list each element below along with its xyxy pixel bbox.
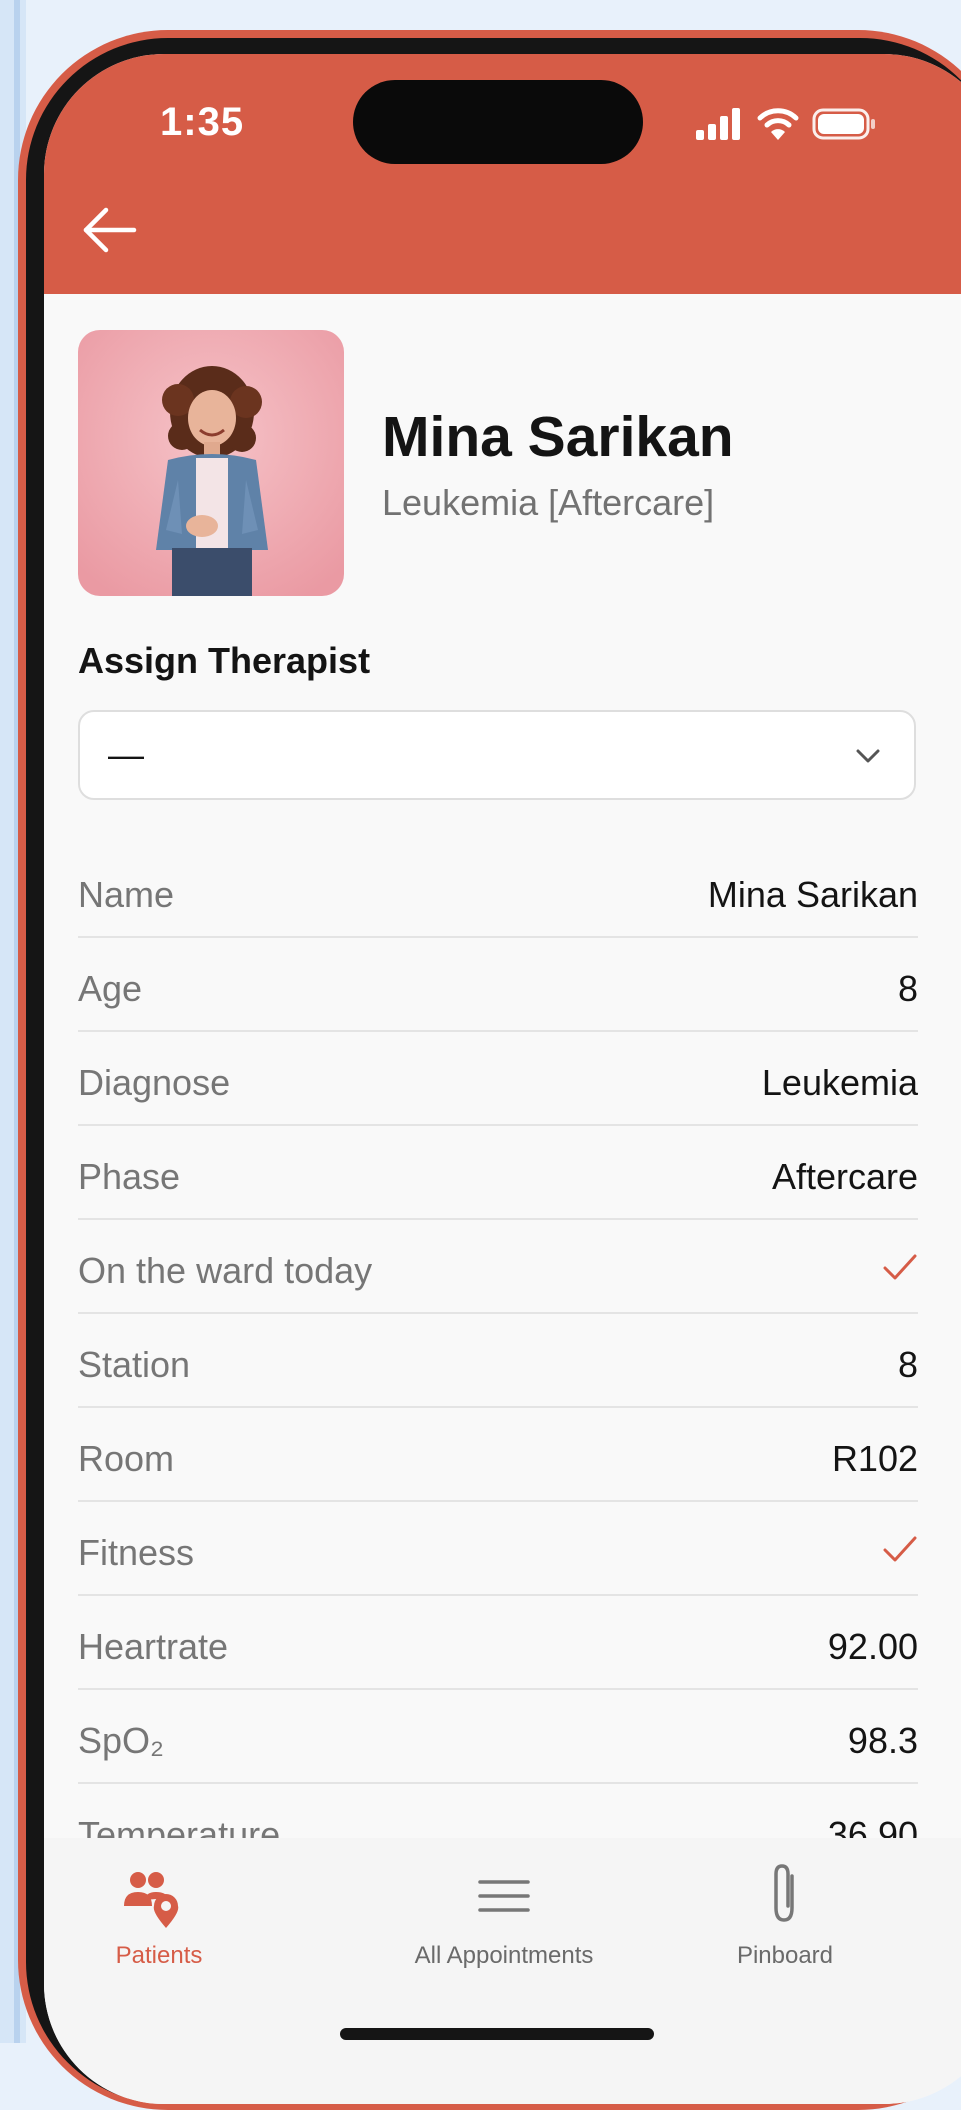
detail-row-age: Age 8 [78, 938, 918, 1032]
back-arrow-icon[interactable] [78, 202, 142, 258]
patient-name: Mina Sarikan [382, 405, 734, 469]
app-header: 1:35 [44, 54, 961, 294]
detail-label: On the ward today [78, 1250, 373, 1291]
chevron-down-icon [856, 749, 880, 763]
patient-diagnosis: Leukemia [Aftercare] [382, 482, 715, 523]
detail-row-fitness: Fitness [78, 1502, 918, 1596]
checkmark-icon [883, 1536, 917, 1562]
tab-label: All Appointments [414, 1942, 594, 1969]
detail-label: Diagnose [78, 1062, 231, 1103]
wifi-icon [757, 108, 799, 140]
app-screen: 1:35 Mina Sarikan Leukemia [Aftercare] A… [44, 54, 961, 2104]
checkmark-icon [883, 1254, 917, 1280]
signal-icon [696, 108, 740, 140]
therapist-select-value: — [108, 734, 144, 775]
assign-therapist-title: Assign Therapist [78, 640, 371, 681]
detail-row-phase: Phase Aftercare [78, 1126, 918, 1220]
therapist-select[interactable]: — [78, 710, 916, 800]
tab-label: Patients [115, 1942, 203, 1969]
detail-value: 92.00 [827, 1626, 918, 1667]
tab-label: Pinboard [736, 1942, 834, 1969]
bottom-tab-bar: Patients All Appointments Pinboard [44, 1838, 961, 2104]
patient-avatar [78, 330, 344, 596]
patient-details-list: Name Mina Sarikan Age 8 Diagnose Leukemi… [78, 844, 918, 1878]
status-time: 1:35 [160, 100, 245, 144]
detail-value: Leukemia [761, 1062, 918, 1103]
detail-label: Heartrate [78, 1626, 229, 1667]
detail-label: Station [78, 1344, 191, 1385]
detail-value: Aftercare [771, 1156, 918, 1197]
detail-value: 8 [897, 1344, 918, 1385]
detail-value: 98.3 [847, 1720, 918, 1761]
paperclip-icon [774, 1864, 794, 1922]
detail-label: Age [78, 968, 143, 1009]
detail-value: Mina Sarikan [707, 874, 918, 915]
detail-row-room: Room R102 [78, 1408, 918, 1502]
detail-label: Phase [78, 1156, 181, 1197]
detail-row-station: Station 8 [78, 1314, 918, 1408]
detail-label: Fitness [78, 1532, 195, 1573]
battery-icon [812, 108, 875, 140]
detail-value: 8 [897, 968, 918, 1009]
home-indicator[interactable] [340, 2028, 654, 2040]
detail-row-on-ward: On the ward today [78, 1220, 918, 1314]
detail-label: SpO₂ [78, 1720, 165, 1761]
patients-icon [124, 1872, 179, 1928]
detail-row-diagnose: Diagnose Leukemia [78, 1032, 918, 1126]
detail-row-spo2: SpO₂ 98.3 [78, 1690, 918, 1784]
dynamic-island [353, 80, 643, 164]
detail-value: R102 [831, 1438, 918, 1479]
menu-lines-icon [478, 1880, 530, 1912]
detail-row-name: Name Mina Sarikan [78, 844, 918, 938]
detail-row-heartrate: Heartrate 92.00 [78, 1596, 918, 1690]
detail-label: Name [78, 874, 175, 915]
detail-label: Room [78, 1438, 175, 1479]
